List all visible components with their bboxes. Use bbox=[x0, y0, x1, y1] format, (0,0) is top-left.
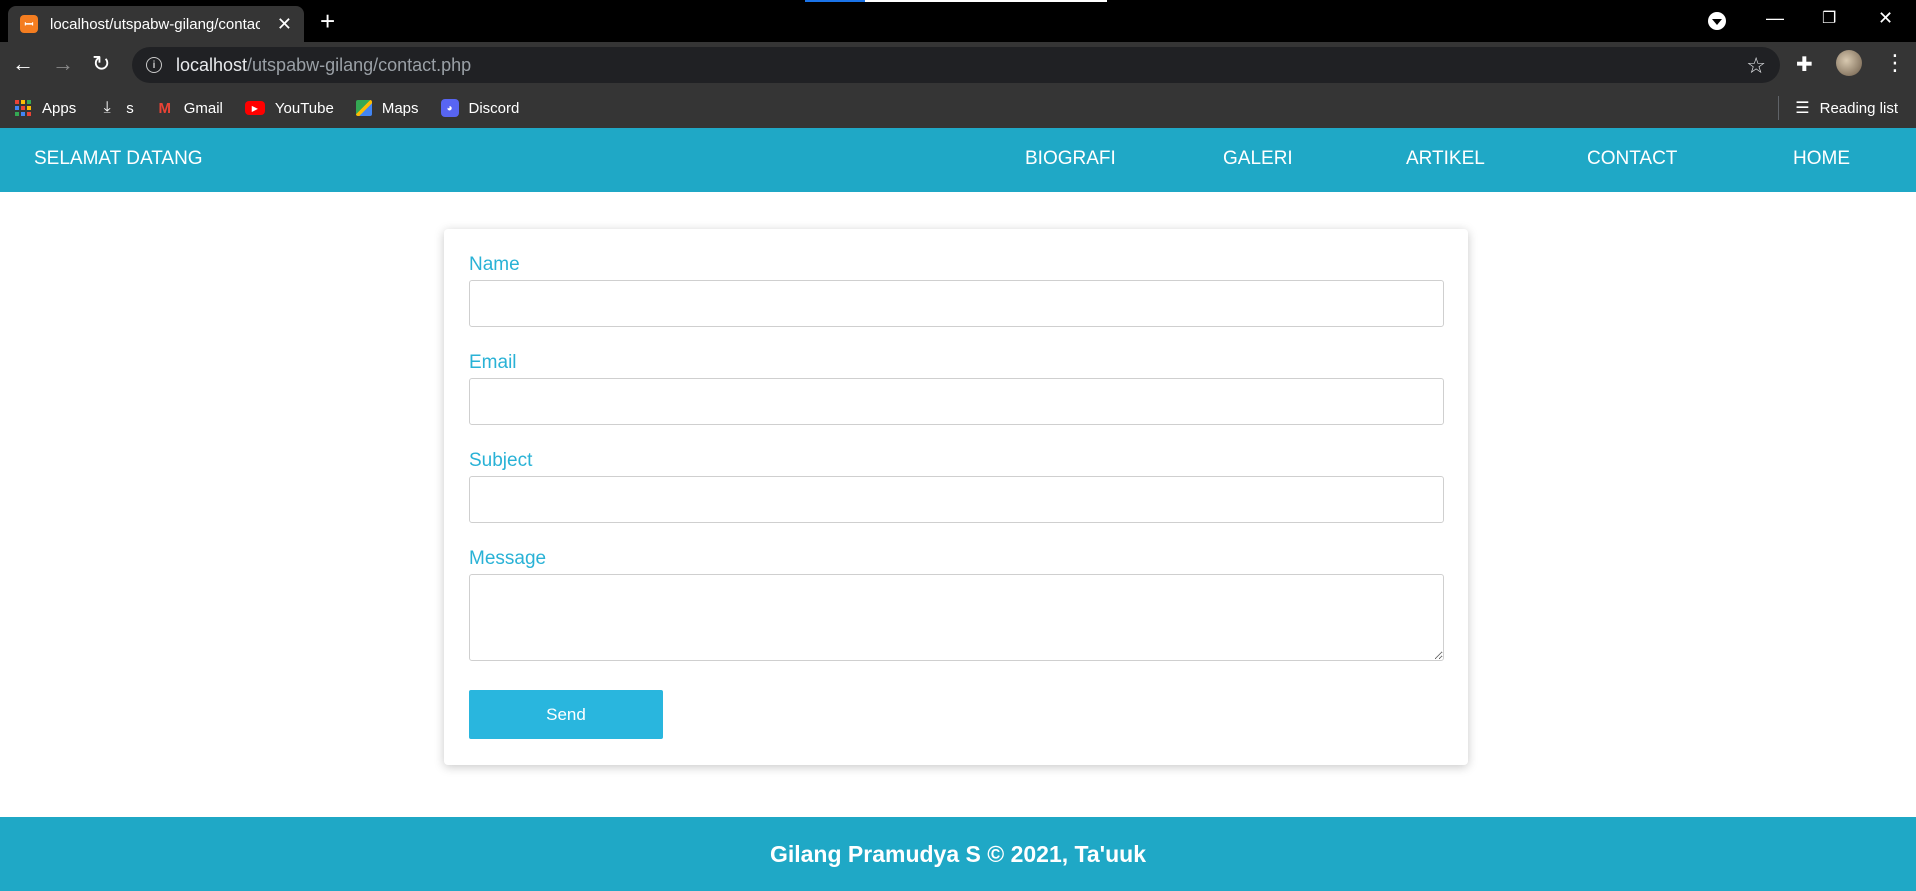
close-tab-icon[interactable]: ✕ bbox=[277, 15, 292, 33]
bookmark-youtube[interactable]: ▶ YouTube bbox=[244, 99, 334, 117]
restore-icon[interactable]: ❐ bbox=[1822, 8, 1836, 28]
message-label: Message bbox=[469, 548, 547, 569]
new-tab-icon[interactable]: + bbox=[320, 8, 335, 34]
apps-grid-icon bbox=[14, 99, 32, 117]
window-strip-accent bbox=[805, 0, 865, 2]
nav-galeri[interactable]: GALERI bbox=[1223, 148, 1293, 170]
reading-list-button[interactable]: ☰ Reading list bbox=[1795, 88, 1898, 128]
reading-list-label: Reading list bbox=[1819, 99, 1898, 117]
bookmark-label: Discord bbox=[468, 99, 520, 117]
email-label: Email bbox=[469, 352, 517, 373]
bookmark-s[interactable]: ⤓ s bbox=[98, 99, 134, 117]
xampp-favicon-icon: ꟷ bbox=[20, 15, 38, 33]
footer-copyright: Gilang Pramudya S © 2021, Ta'uuk bbox=[769, 840, 1147, 867]
extensions-puzzle-icon[interactable]: ✚ bbox=[1796, 52, 1813, 77]
nav-home[interactable]: HOME bbox=[1793, 148, 1850, 170]
subject-label: Subject bbox=[469, 450, 533, 471]
bookmarks-divider bbox=[1778, 96, 1779, 120]
nav-biografi[interactable]: BIOGRAFI bbox=[1025, 148, 1116, 170]
subject-input[interactable] bbox=[469, 476, 1444, 523]
nav-contact[interactable]: CONTACT bbox=[1587, 148, 1677, 170]
bookmark-star-icon[interactable]: ☆ bbox=[1746, 53, 1766, 79]
profile-avatar[interactable] bbox=[1836, 50, 1862, 76]
bookmark-gmail[interactable]: M Gmail bbox=[156, 99, 223, 117]
url-host: localhost bbox=[176, 54, 248, 75]
close-window-icon[interactable]: ✕ bbox=[1878, 8, 1893, 29]
send-button[interactable]: Send bbox=[469, 690, 663, 739]
message-textarea[interactable] bbox=[469, 574, 1444, 661]
gmail-icon: M bbox=[158, 99, 171, 117]
bookmark-discord[interactable]: ◕ Discord bbox=[440, 99, 520, 117]
window-strip-light bbox=[865, 0, 1107, 2]
url-text[interactable]: localhost/utspabw-gilang/contact.php bbox=[176, 55, 471, 76]
kebab-menu-icon[interactable]: ⋮ bbox=[1884, 50, 1906, 76]
address-bar[interactable]: i localhost/utspabw-gilang/contact.php ☆ bbox=[132, 47, 1780, 83]
site-header: SELAMAT DATANG BIOGRAFI GALERI ARTIKEL C… bbox=[0, 128, 1916, 192]
bookmark-label: YouTube bbox=[274, 99, 334, 117]
nav-artikel[interactable]: ARTIKEL bbox=[1406, 148, 1485, 170]
browser-tab-strip: ꟷ localhost/utspabw-gilang/contact.php ✕… bbox=[0, 0, 1916, 42]
tab-search-icon[interactable] bbox=[1708, 12, 1726, 30]
browser-tab[interactable]: ꟷ localhost/utspabw-gilang/contact.php ✕ bbox=[8, 6, 304, 42]
reload-icon[interactable]: ↻ bbox=[92, 52, 110, 76]
contact-form-card: Name Email Subject Message Send bbox=[444, 229, 1468, 765]
bookmark-maps[interactable]: Maps bbox=[355, 99, 419, 117]
bookmarks-bar: Apps ⤓ s M Gmail ▶ YouTube Maps ◕ Discor… bbox=[0, 88, 1916, 128]
site-info-icon[interactable]: i bbox=[146, 57, 162, 73]
site-footer: Gilang Pramudya S © 2021, Ta'uuk bbox=[0, 817, 1916, 891]
download-icon: ⤓ bbox=[103, 99, 111, 116]
browser-toolbar: ← → ↻ i localhost/utspabw-gilang/contact… bbox=[0, 42, 1916, 88]
youtube-icon: ▶ bbox=[244, 101, 265, 115]
maps-icon bbox=[355, 100, 372, 116]
reading-list-icon: ☰ bbox=[1795, 100, 1810, 117]
name-label: Name bbox=[469, 254, 520, 275]
minimize-icon[interactable]: — bbox=[1766, 8, 1784, 29]
bookmark-label: Gmail bbox=[183, 99, 223, 117]
bookmark-label: s bbox=[126, 99, 134, 117]
discord-icon: ◕ bbox=[440, 99, 459, 117]
forward-icon[interactable]: → bbox=[52, 52, 74, 76]
back-icon[interactable]: ← bbox=[12, 52, 34, 76]
site-brand: SELAMAT DATANG bbox=[34, 148, 203, 169]
email-input[interactable] bbox=[469, 378, 1444, 425]
bookmark-apps[interactable]: Apps bbox=[14, 99, 76, 117]
bookmark-label: Maps bbox=[381, 99, 419, 117]
tab-title: localhost/utspabw-gilang/contact.php bbox=[50, 15, 260, 33]
bookmark-label: Apps bbox=[42, 99, 77, 117]
name-input[interactable] bbox=[469, 280, 1444, 327]
url-path: /utspabw-gilang/contact.php bbox=[247, 54, 472, 75]
